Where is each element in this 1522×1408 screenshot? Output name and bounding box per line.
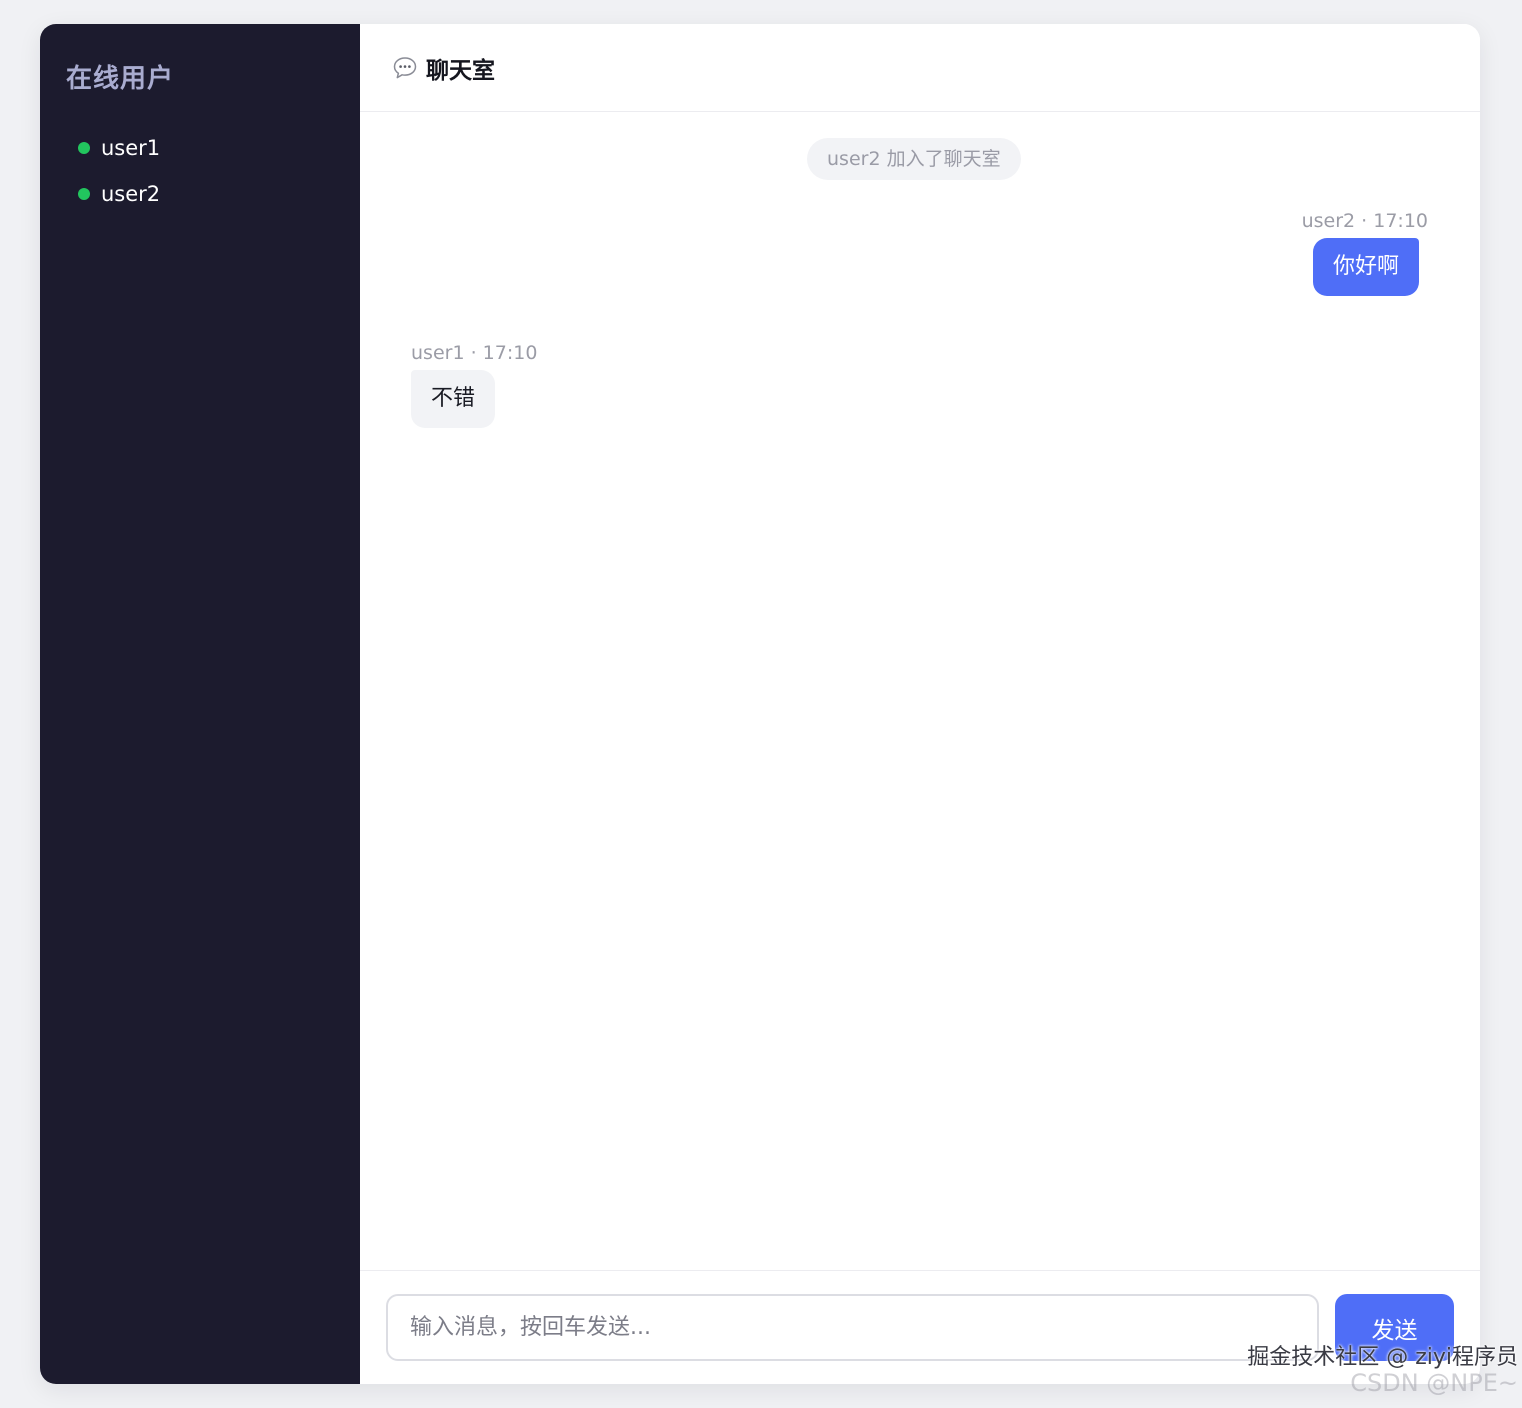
online-user-list: user1 user2 (66, 125, 334, 217)
message-bubble: 你好啊 (1312, 238, 1419, 296)
send-button[interactable]: 发送 (1335, 1294, 1454, 1361)
message-item-self: user2 · 17:10 你好啊 (1302, 208, 1428, 296)
message-bubble: 不错 (411, 370, 496, 428)
message-item-other: user1 · 17:10 不错 (411, 340, 537, 428)
sidebar: 在线用户 user1 user2 (40, 24, 360, 1384)
user-list-item-user2[interactable]: user2 (66, 171, 334, 217)
online-status-dot-icon (78, 142, 90, 154)
speech-bubble-icon (393, 56, 417, 78)
sidebar-title: 在线用户 (66, 64, 175, 94)
chat-room-title: 聊天室 (426, 57, 495, 84)
message-meta: user2 · 17:10 (1301, 210, 1428, 232)
user-name: user1 (101, 136, 161, 160)
chat-panel: 聊天室 user2 加入了聊天室 user2 · 17:10 你好啊 user1… (360, 24, 1480, 1384)
system-message: user2 加入了聊天室 (807, 138, 1021, 180)
message-input[interactable] (386, 1294, 1319, 1361)
user-name: user2 (101, 182, 161, 206)
message-composer: 发送 (360, 1270, 1480, 1384)
online-status-dot-icon (78, 188, 90, 200)
message-meta: user1 · 17:10 (411, 342, 538, 364)
chat-header: 聊天室 (360, 24, 1480, 112)
message-list[interactable]: user2 加入了聊天室 user2 · 17:10 你好啊 user1 · 1… (360, 112, 1480, 1270)
chat-app: 在线用户 user1 user2 聊天室 user2 加入了聊天室 user2 … (40, 24, 1480, 1384)
user-list-item-user1[interactable]: user1 (66, 125, 334, 171)
